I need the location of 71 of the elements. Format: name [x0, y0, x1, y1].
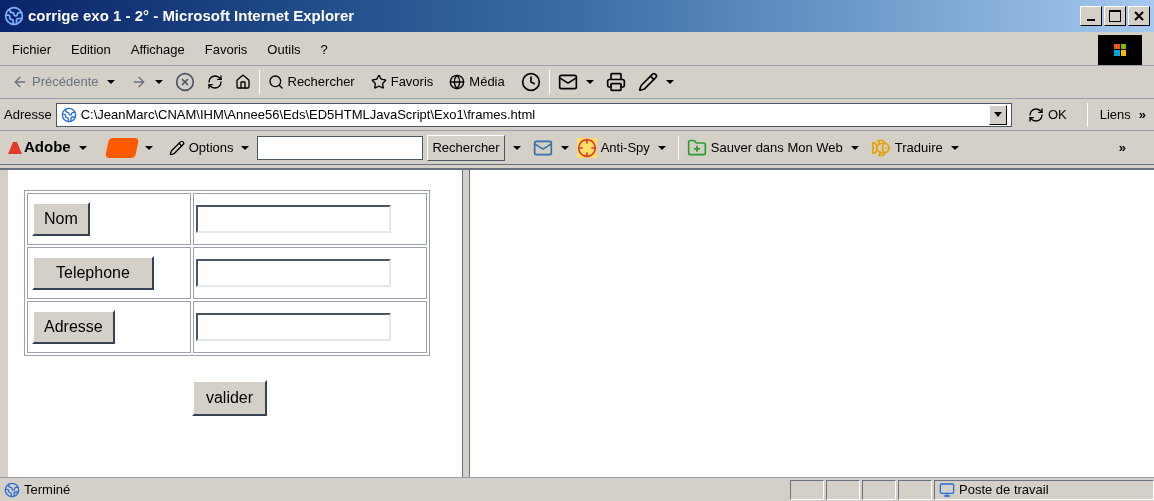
close-button[interactable]: [1128, 6, 1150, 26]
pencil-icon[interactable]: [168, 139, 185, 156]
status-panel: [826, 479, 860, 500]
home-icon[interactable]: [234, 74, 251, 90]
label-button[interactable]: Telephone: [32, 256, 154, 290]
translate-button[interactable]: Traduire: [870, 137, 943, 158]
save-web-button[interactable]: Sauver dans Mon Web: [686, 137, 843, 158]
menu-item[interactable]: Fichier: [12, 39, 51, 60]
print-icon[interactable]: [605, 72, 626, 92]
crosshair-icon[interactable]: [576, 137, 597, 158]
menu-item[interactable]: Favoris: [204, 39, 248, 60]
caret-icon[interactable]: [144, 145, 153, 150]
computer-icon: [939, 481, 955, 498]
globe-icon[interactable]: [449, 74, 466, 90]
search-field[interactable]: [257, 135, 424, 160]
go-button[interactable]: OK: [1015, 104, 1079, 125]
caret-icon[interactable]: [850, 145, 859, 150]
menu-item[interactable]: ?: [320, 39, 328, 60]
input-field[interactable]: [196, 259, 391, 287]
address-field[interactable]: C:\JeanMarc\CNAM\IHM\Annee56\Eds\ED5HTMLJavaScript\Exo1\frames.html: [55, 102, 1012, 127]
status-panel: [790, 479, 824, 500]
page-icon: [60, 106, 77, 123]
chevron-label[interactable]: »: [1138, 104, 1150, 125]
caret-icon[interactable]: [512, 145, 521, 150]
favorites-button[interactable]: Favoris: [370, 72, 434, 92]
caret-icon[interactable]: [106, 80, 115, 84]
search-icon[interactable]: [267, 74, 284, 90]
stop-icon[interactable]: [174, 72, 195, 92]
caret-icon[interactable]: [560, 145, 569, 150]
label-button[interactable]: Nom: [32, 202, 90, 236]
caret-icon[interactable]: [241, 145, 250, 150]
zone-label: Poste de travail: [934, 479, 1154, 500]
menu-item[interactable]: Outils: [267, 39, 301, 60]
mail-icon[interactable]: [557, 72, 578, 92]
close-icon[interactable]: [1134, 11, 1144, 21]
refresh-icon[interactable]: [206, 74, 223, 90]
status-text: Terminé: [0, 479, 790, 500]
input-field[interactable]: [196, 313, 391, 341]
address-label: Adresse: [4, 105, 52, 124]
go-arrow-icon[interactable]: [1027, 106, 1044, 123]
adobe-button[interactable]: Adobe: [8, 136, 71, 159]
input-field[interactable]: [196, 205, 391, 233]
windows-logo-icon: [1098, 34, 1142, 65]
caret-icon[interactable]: [950, 145, 959, 150]
search-button[interactable]: Rechercher: [427, 134, 505, 161]
caret-icon[interactable]: [78, 145, 87, 150]
antispy-button[interactable]: Anti-Spy: [576, 137, 650, 158]
label-button[interactable]: Adresse: [32, 310, 115, 344]
minimize-button[interactable]: [1080, 6, 1102, 26]
chevron-label[interactable]: »: [1118, 137, 1146, 158]
status-panel: [898, 479, 932, 500]
options-button[interactable]: Options: [168, 137, 234, 158]
history-icon[interactable]: [520, 72, 541, 92]
status-panel: [862, 479, 896, 500]
browser-icon: [4, 6, 24, 26]
caret-icon[interactable]: [657, 145, 666, 150]
search-button[interactable]: Rechercher: [267, 72, 355, 92]
caret-icon[interactable]: [585, 80, 594, 84]
menu-item[interactable]: Edition: [71, 39, 111, 60]
caret-icon[interactable]: [665, 80, 674, 84]
frame-splitter[interactable]: [462, 170, 470, 477]
star-icon[interactable]: [370, 74, 387, 90]
caret-icon[interactable]: [154, 80, 163, 84]
menu-item[interactable]: Affichage: [130, 39, 185, 60]
window-title: corrige exo 1 - 2° - Microsoft Internet Explorer: [28, 5, 355, 26]
media-button[interactable]: Média: [449, 72, 505, 92]
edit-icon[interactable]: [637, 72, 658, 92]
submit-button[interactable]: valider: [191, 380, 268, 416]
page-icon: [4, 481, 20, 498]
maximize-button[interactable]: [1104, 6, 1126, 26]
links-button[interactable]: Liens: [1095, 104, 1135, 125]
